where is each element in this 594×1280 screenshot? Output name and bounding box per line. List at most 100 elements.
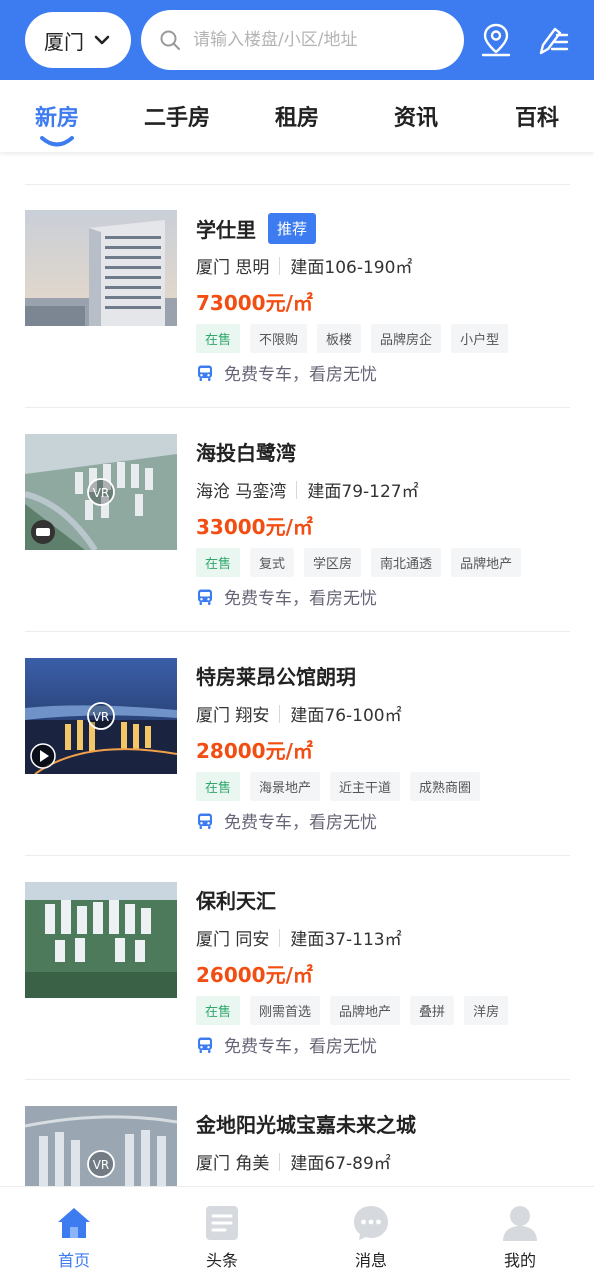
nav-messages[interactable]: 消息 (321, 1203, 421, 1271)
tab-news[interactable]: 资讯 (371, 100, 461, 132)
nav-label: 首页 (57, 1251, 90, 1270)
building-photo (25, 210, 177, 326)
nav-headlines[interactable]: 头条 (172, 1203, 272, 1271)
tab-second-hand[interactable]: 二手房 (132, 100, 222, 132)
tag: 南北通透 (371, 548, 442, 577)
listing-price: 28000元/㎡ (196, 739, 313, 763)
listing-location: 海沧 马銮湾 (196, 482, 287, 502)
chevron-down-icon (94, 35, 110, 45)
nav-label: 头条 (205, 1251, 238, 1270)
listing-meta: 厦门 思明 建面106-190㎡ (196, 253, 412, 278)
listing-item[interactable]: VR 海投白鹭湾 海沧 马銮湾 建面79-127㎡ 33000元/㎡ 在售 复式… (25, 408, 570, 632)
listing-item[interactable]: 学仕里 推荐 厦门 思明 建面106-190㎡ 73000元/㎡ 在售 不限购 … (25, 184, 570, 408)
listing-thumbnail[interactable] (25, 882, 177, 998)
tag: 复式 (250, 548, 295, 577)
city-selector[interactable]: 厦门 (25, 12, 131, 68)
bus-icon (198, 589, 212, 605)
edit-list-button[interactable] (530, 18, 574, 62)
svg-text:VR: VR (93, 486, 110, 500)
nav-profile[interactable]: 我的 (470, 1203, 570, 1271)
listing-thumbnail[interactable]: VR (25, 658, 177, 774)
listing-location: 厦门 思明 (196, 258, 270, 278)
listing-title: 海投白鹭湾 (196, 441, 296, 465)
listing-title: 金地阳光城宝嘉未来之城 (196, 1113, 416, 1137)
meta-divider (296, 480, 298, 499)
location-pin-icon (481, 23, 511, 57)
tag-on-sale: 在售 (196, 548, 241, 577)
listing-location: 厦门 角美 (196, 1154, 270, 1174)
listing-title: 学仕里 (196, 218, 256, 242)
news-icon (206, 1206, 238, 1240)
complex-render-photo (25, 882, 177, 998)
listing-tags: 在售 复式 学区房 南北通透 品牌地产 (196, 548, 522, 577)
listing-title-row: 金地阳光城宝嘉未来之城 (196, 1109, 416, 1138)
free-shuttle-service[interactable]: 免费专车，看房无忧 (196, 360, 377, 385)
bottom-nav: 首页 头条 消息 我的 (0, 1186, 594, 1280)
recommend-badge: 推荐 (268, 213, 317, 244)
listing-meta: 厦门 翔安 建面76-100㎡ (196, 701, 402, 726)
tag-on-sale: 在售 (196, 324, 241, 353)
bus-icon (198, 365, 212, 381)
free-shuttle-service[interactable]: 免费专车，看房无忧 (196, 584, 377, 609)
tag: 洋房 (464, 996, 509, 1025)
listing-tags: 在售 海景地产 近主干道 成熟商圈 (196, 772, 481, 801)
tag: 海景地产 (250, 772, 321, 801)
night-city-photo: VR (25, 658, 177, 774)
search-bar[interactable] (141, 10, 464, 70)
nav-home[interactable]: 首页 (24, 1203, 124, 1271)
listing-tags: 在售 不限购 板楼 品牌房企 小户型 (196, 324, 509, 353)
listing-price: 26000元/㎡ (196, 963, 313, 987)
listing-item[interactable]: 保利天汇 厦门 同安 建面37-113㎡ 26000元/㎡ 在售 刚需首选 品牌… (25, 856, 570, 1080)
meta-divider (279, 928, 281, 947)
listing-thumbnail[interactable]: VR (25, 434, 177, 550)
listing-area: 建面76-100㎡ (290, 706, 402, 726)
listing-title-row: 特房莱昂公馆朗玥 (196, 661, 356, 690)
search-input[interactable] (193, 30, 443, 50)
listing-area: 建面106-190㎡ (290, 258, 413, 278)
service-text: 免费专车，看房无忧 (224, 589, 377, 609)
tag: 叠拼 (410, 996, 455, 1025)
tab-new-house[interactable]: 新房 (12, 100, 102, 132)
tab-encyclopedia[interactable]: 百科 (492, 100, 582, 132)
listing-meta: 厦门 同安 建面37-113㎡ (196, 925, 402, 950)
nav-label: 我的 (503, 1251, 536, 1270)
listing-item[interactable]: VR 特房莱昂公馆朗玥 厦门 翔安 建面76-100㎡ 28000元/㎡ 在售 … (25, 632, 570, 856)
service-text: 免费专车，看房无忧 (224, 1037, 377, 1057)
message-icon (354, 1206, 388, 1240)
listing-price: 33000元/㎡ (196, 515, 313, 539)
meta-divider (279, 704, 281, 723)
service-text: 免费专车，看房无忧 (224, 365, 377, 385)
meta-divider (279, 1152, 281, 1171)
listing-title: 保利天汇 (196, 889, 276, 913)
tag: 小户型 (451, 324, 509, 353)
profile-icon (503, 1206, 537, 1241)
listing-tags: 在售 刚需首选 品牌地产 叠拼 洋房 (196, 996, 509, 1025)
top-header: 厦门 (0, 0, 594, 80)
service-text: 免费专车，看房无忧 (224, 813, 377, 833)
tag-on-sale: 在售 (196, 772, 241, 801)
home-icon (58, 1208, 90, 1238)
aerial-photo: VR (25, 434, 177, 550)
listing-location: 厦门 同安 (196, 930, 270, 950)
tab-rental[interactable]: 租房 (252, 100, 342, 132)
search-icon (160, 30, 180, 50)
free-shuttle-service[interactable]: 免费专车，看房无忧 (196, 1032, 377, 1057)
free-shuttle-service[interactable]: 免费专车，看房无忧 (196, 808, 377, 833)
active-tab-indicator (40, 136, 74, 147)
svg-text:VR: VR (93, 1158, 110, 1172)
tag: 品牌地产 (451, 548, 522, 577)
tag: 刚需首选 (250, 996, 321, 1025)
map-location-button[interactable] (474, 18, 518, 62)
listing-title: 特房莱昂公馆朗玥 (196, 665, 356, 689)
listing-area: 建面37-113㎡ (290, 930, 402, 950)
listing-title-row: 保利天汇 (196, 885, 276, 914)
tag: 近主干道 (330, 772, 401, 801)
listing-location: 厦门 翔安 (196, 706, 270, 726)
listing-title-row: 学仕里 推荐 (196, 213, 317, 244)
listing-price: 73000元/㎡ (196, 291, 313, 315)
category-tabs: 新房 二手房 租房 资讯 百科 (0, 80, 594, 152)
listing-meta: 厦门 角美 建面67-89㎡ (196, 1149, 391, 1174)
meta-divider (279, 256, 281, 275)
tag: 品牌房企 (371, 324, 442, 353)
listing-thumbnail[interactable] (25, 210, 177, 326)
